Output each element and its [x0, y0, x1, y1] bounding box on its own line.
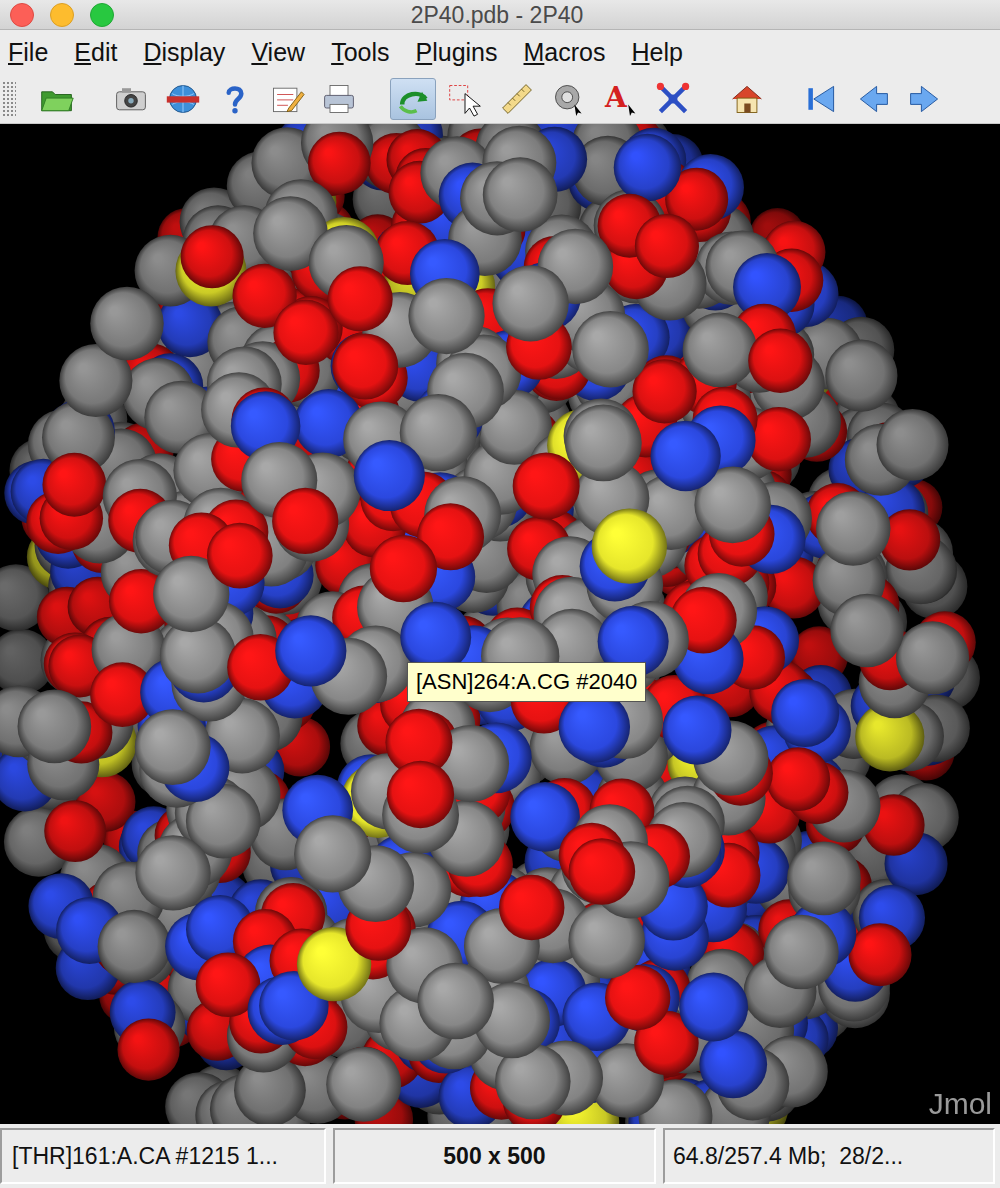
jmol-watermark: Jmol [929, 1086, 992, 1122]
minimize-icon[interactable] [50, 3, 74, 27]
toolbar-button[interactable] [798, 78, 844, 120]
toolbar-button[interactable] [108, 78, 154, 120]
print-icon [321, 81, 357, 117]
menu-item[interactable]: Display [143, 37, 225, 67]
web-icon [165, 81, 201, 117]
atom-tooltip: [ASN]264:A.CG #2040 [407, 662, 646, 702]
help-icon [217, 81, 253, 117]
close-icon[interactable] [10, 3, 34, 27]
menu-item[interactable]: Help [631, 37, 682, 67]
open-icon [39, 81, 75, 117]
menu-item[interactable]: File [8, 37, 48, 67]
menu-item[interactable]: Macros [524, 37, 606, 67]
title-bar: 2P40.pdb - 2P40 [0, 0, 1000, 30]
toolbar-button[interactable] [494, 78, 540, 120]
toolbar-button[interactable]: A [598, 78, 644, 120]
toolbar-button[interactable] [724, 78, 770, 120]
toolbar-button[interactable] [264, 78, 310, 120]
window-controls [0, 3, 114, 27]
toolbar-button[interactable] [442, 78, 488, 120]
menu-item[interactable]: Plugins [416, 37, 498, 67]
toolbar: A [0, 74, 1000, 124]
back-icon [855, 81, 891, 117]
first-icon [803, 81, 839, 117]
toolbar-button[interactable] [902, 78, 948, 120]
molecule-viewer[interactable]: [ASN]264:A.CG #2040 Jmol [0, 124, 1000, 1124]
forward-icon [907, 81, 943, 117]
toolbar-button[interactable] [546, 78, 592, 120]
toolbar-button[interactable] [390, 78, 436, 120]
modelkit-icon [655, 81, 691, 117]
menu-item[interactable]: Tools [331, 37, 389, 67]
status-field: [THR]161:A.CA #1215 1... [0, 1128, 326, 1184]
menu-item[interactable]: View [251, 37, 305, 67]
menu-item[interactable]: Edit [74, 37, 117, 67]
status-bar: [THR]161:A.CA #1215 1...500 x 50064.8/25… [0, 1124, 1000, 1188]
status-field: 500 x 500 [333, 1128, 656, 1184]
molecule-canvas[interactable] [0, 124, 1000, 1124]
home-icon [729, 81, 765, 117]
toolbar-button[interactable] [212, 78, 258, 120]
measure-icon [499, 81, 535, 117]
zoom-icon[interactable] [90, 3, 114, 27]
select-icon [447, 81, 483, 117]
toolbar-button[interactable] [650, 78, 696, 120]
toolbar-button[interactable] [34, 78, 80, 120]
editor-icon [269, 81, 305, 117]
rotate-icon [395, 81, 431, 117]
toolbar-button[interactable] [160, 78, 206, 120]
toolbar-button[interactable] [316, 78, 362, 120]
status-field: 64.8/257.4 Mb; 28/2... [663, 1128, 995, 1184]
toolbar-grip[interactable] [2, 81, 16, 117]
window-title: 2P40.pdb - 2P40 [114, 2, 1000, 28]
spin-icon [551, 81, 587, 117]
camera-icon [113, 81, 149, 117]
label-glyph: A [605, 81, 627, 115]
menu-bar: File Edit Display View Tools Plugins Macros Hel… [0, 30, 1000, 74]
toolbar-button[interactable] [850, 78, 896, 120]
